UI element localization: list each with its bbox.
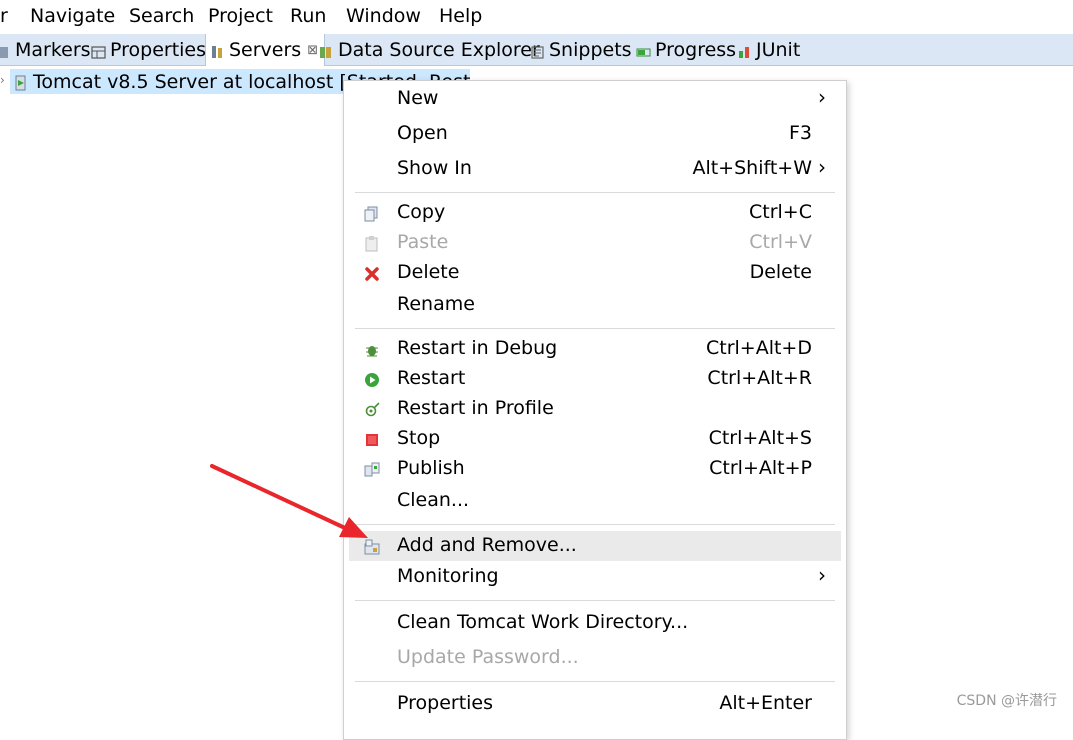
watermark: CSDN @许潜行 xyxy=(956,693,1057,709)
annotation-arrow-icon xyxy=(210,464,368,538)
